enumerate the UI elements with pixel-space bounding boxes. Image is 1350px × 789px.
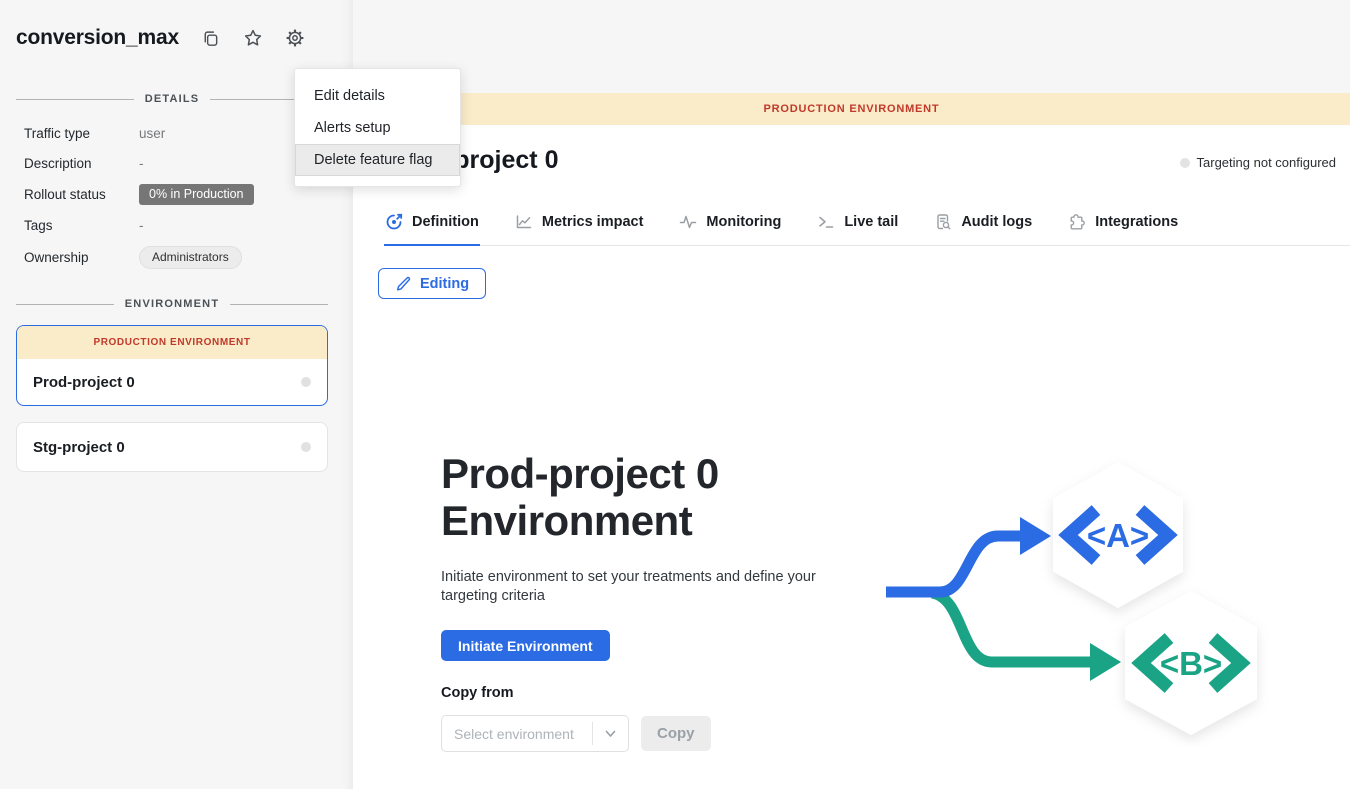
tab-monitoring[interactable]: Monitoring <box>678 204 782 246</box>
rollout-status-badge: 0% in Production <box>139 184 254 205</box>
details-heading: DETAILS <box>16 93 328 105</box>
divider <box>230 304 328 305</box>
menu-item-edit-details[interactable]: Edit details <box>295 80 460 112</box>
target-icon <box>385 213 403 231</box>
env-card-staging[interactable]: Stg-project 0 <box>16 422 328 472</box>
tab-metrics-impact[interactable]: Metrics impact <box>514 204 645 246</box>
environment-select-placeholder: Select environment <box>442 726 592 742</box>
tab-definition[interactable]: Definition <box>384 204 480 246</box>
detail-row-description: Description - <box>24 154 328 173</box>
details-heading-label: DETAILS <box>145 93 200 105</box>
details-list: Traffic type user Description - Rollout … <box>24 124 328 280</box>
chart-icon <box>515 213 533 231</box>
flag-settings-menu: Edit details Alerts setup Delete feature… <box>294 68 461 187</box>
tab-live-tail[interactable]: Live tail <box>816 204 899 246</box>
detail-row-rollout-status: Rollout status 0% in Production <box>24 184 328 205</box>
environment-heading: ENVIRONMENT <box>16 298 328 310</box>
audit-doc-icon <box>934 213 952 231</box>
empty-state-title-line2: Environment <box>441 497 692 544</box>
copy-icon[interactable] <box>200 27 222 49</box>
targeting-status-label: Targeting not configured <box>1197 155 1336 170</box>
env-card-prod[interactable]: PRODUCTION ENVIRONMENT Prod-project 0 <box>16 325 328 406</box>
editing-button-label: Editing <box>420 276 469 292</box>
empty-state-title-line1: Prod-project 0 <box>441 450 719 497</box>
tab-label: Integrations <box>1095 214 1178 230</box>
main-panel: PRODUCTION ENVIRONMENT Prod-project 0 Ta… <box>353 0 1350 789</box>
flag-header: conversion_max <box>16 26 306 50</box>
detail-label: Tags <box>24 218 139 233</box>
tab-label: Audit logs <box>961 214 1032 230</box>
tab-integrations[interactable]: Integrations <box>1067 204 1179 246</box>
tab-label: Live tail <box>844 214 898 230</box>
puzzle-icon <box>1068 213 1086 231</box>
detail-label: Rollout status <box>24 187 139 202</box>
chevron-down-icon <box>592 722 628 745</box>
empty-state-description: Initiate environment to set your treatme… <box>441 568 819 606</box>
tab-label: Monitoring <box>706 214 781 230</box>
tab-label: Metrics impact <box>542 214 644 230</box>
targeting-status: Targeting not configured <box>1180 155 1336 170</box>
status-dot <box>301 442 311 452</box>
gear-icon[interactable] <box>284 27 306 49</box>
ownership-badge[interactable]: Administrators <box>139 246 242 269</box>
env-card-name: Stg-project 0 <box>33 439 125 456</box>
detail-row-ownership: Ownership Administrators <box>24 246 328 269</box>
tab-label: Definition <box>412 214 479 230</box>
copy-from-label: Copy from <box>441 685 514 701</box>
flag-actions <box>200 27 306 49</box>
editing-button[interactable]: Editing <box>378 268 486 299</box>
environment-heading-label: ENVIRONMENT <box>125 298 219 310</box>
divider <box>16 304 114 305</box>
divider <box>16 99 134 100</box>
detail-row-tags: Tags - <box>24 216 328 235</box>
copy-button[interactable]: Copy <box>641 716 711 751</box>
environment-select[interactable]: Select environment <box>441 715 629 752</box>
menu-item-delete-feature-flag[interactable]: Delete feature flag <box>295 144 460 176</box>
tab-audit-logs[interactable]: Audit logs <box>933 204 1033 246</box>
targeting-status-dot <box>1180 158 1190 168</box>
env-card-production-banner: PRODUCTION ENVIRONMENT <box>17 326 327 359</box>
hexagon-a-label: <A> <box>1087 517 1149 554</box>
status-dot <box>301 377 311 387</box>
detail-label: Ownership <box>24 250 139 265</box>
detail-value: - <box>139 218 328 233</box>
tab-bar: Definition Metrics impact Monitoring <box>384 204 1350 246</box>
pencil-icon <box>395 276 411 292</box>
detail-row-traffic-type: Traffic type user <box>24 124 328 143</box>
star-icon[interactable] <box>242 27 264 49</box>
ab-split-illustration: <A> <B> <box>880 452 1270 747</box>
pulse-icon <box>679 213 697 231</box>
flag-title: conversion_max <box>16 26 179 50</box>
detail-label: Description <box>24 156 139 171</box>
detail-label: Traffic type <box>24 126 139 141</box>
initiate-environment-button[interactable]: Initiate Environment <box>441 630 610 661</box>
menu-item-alerts-setup[interactable]: Alerts setup <box>295 112 460 144</box>
empty-state-title: Prod-project 0 Environment <box>441 450 719 544</box>
hexagon-b-label: <B> <box>1160 645 1222 682</box>
env-card-name: Prod-project 0 <box>33 374 135 391</box>
production-environment-banner: PRODUCTION ENVIRONMENT <box>353 93 1350 125</box>
terminal-icon <box>817 213 835 231</box>
